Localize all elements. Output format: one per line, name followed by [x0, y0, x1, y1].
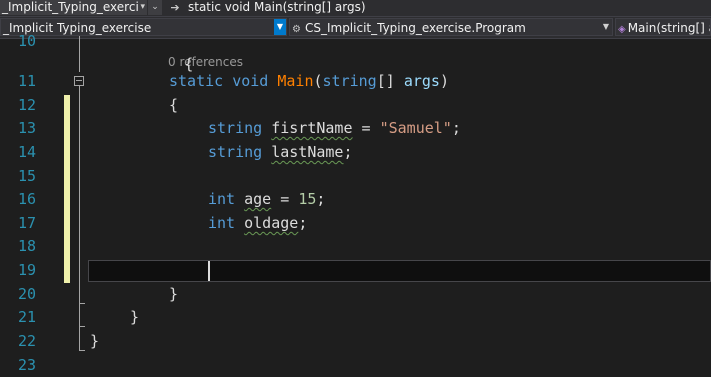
variable-name: oldage — [244, 214, 299, 232]
change-tracking-bar — [64, 95, 70, 283]
line-number: 19 — [17, 261, 36, 279]
outline-guide — [79, 86, 80, 350]
punctuation: ; — [343, 143, 353, 161]
punctuation: ; — [451, 119, 461, 137]
punctuation: ; — [316, 190, 326, 208]
brace: } — [90, 332, 100, 350]
keyword: string — [208, 143, 263, 161]
code-line-10: { — [90, 30, 711, 73]
line-number: 10 — [17, 32, 36, 50]
code-editor[interactable]: 10 11 12 13 14 15 16 17 18 19 20 21 22 2… — [0, 32, 711, 374]
keyword: int — [208, 214, 236, 232]
line-number: 17 — [17, 214, 36, 232]
line-number: 11 — [17, 72, 36, 90]
brace: } — [169, 285, 179, 303]
code-line-21: } — [90, 306, 711, 329]
code-line-16: int age = 15; — [90, 188, 711, 211]
code-line-11: static void Main(string[] args) — [90, 70, 711, 93]
text-caret — [208, 261, 210, 281]
code-line-22: } — [90, 330, 711, 353]
arrow-right-icon: ➔ — [170, 1, 180, 14]
line-number: 21 — [17, 308, 36, 326]
method-name: Main — [277, 72, 314, 90]
keyword: string — [208, 119, 263, 137]
punctuation: ) — [439, 72, 449, 90]
operator: = — [352, 119, 380, 137]
line-number: 23 — [17, 356, 36, 374]
brace: { — [169, 96, 179, 114]
keyword: void — [232, 72, 269, 90]
variable-name: fisrtName — [271, 119, 353, 137]
code-line-13: string fisrtName = "Samuel"; — [90, 117, 711, 140]
code-line-12: { — [90, 94, 711, 117]
member-breadcrumb[interactable]: ➔ static void Main(string[] args) — [168, 0, 528, 15]
number-literal: 15 — [298, 190, 317, 208]
outline-guide — [79, 36, 80, 72]
punctuation: [] — [376, 72, 395, 90]
member-breadcrumb-label: static void Main(string[] args) — [188, 0, 366, 14]
current-line-highlight — [88, 260, 711, 282]
project-tab-label: _Implicit_Typing_exerci — [2, 0, 139, 14]
string-literal: "Samuel" — [379, 119, 452, 137]
chevron-down-icon[interactable]: ▾ — [140, 0, 145, 14]
document-tab-strip: _Implicit_Typing_exerci ▾ ⌄ ➔ static void… — [0, 0, 711, 16]
code-line-14: string lastName; — [90, 141, 711, 164]
keyword: static — [169, 72, 224, 90]
line-number: 15 — [17, 167, 36, 185]
tab-list-dropdown[interactable]: ⌄ — [148, 0, 162, 15]
line-number: 22 — [17, 332, 36, 350]
code-line-17: int oldage; — [90, 212, 711, 235]
chevron-down-icon: ⌄ — [151, 2, 159, 12]
operator: = — [271, 190, 299, 208]
outline-end-tick — [79, 350, 85, 351]
parameter-name: args — [403, 72, 440, 90]
line-number: 13 — [17, 119, 36, 137]
outline-end-tick — [79, 326, 85, 327]
keyword: string — [322, 72, 377, 90]
project-tab[interactable]: _Implicit_Typing_exerci ▾ — [0, 0, 148, 15]
outline-end-tick — [79, 303, 85, 304]
line-number: 12 — [17, 96, 36, 114]
brace: } — [130, 308, 140, 326]
line-number: 14 — [17, 143, 36, 161]
punctuation: ; — [298, 214, 308, 232]
line-number: 20 — [17, 285, 36, 303]
code-line-20: } — [90, 283, 711, 306]
punctuation: ( — [313, 72, 323, 90]
line-number: 16 — [17, 190, 36, 208]
keyword: int — [208, 190, 236, 208]
variable-name: age — [244, 190, 272, 208]
collapse-icon[interactable] — [74, 76, 84, 86]
line-number: 18 — [17, 237, 36, 255]
variable-name: lastName — [271, 143, 344, 161]
